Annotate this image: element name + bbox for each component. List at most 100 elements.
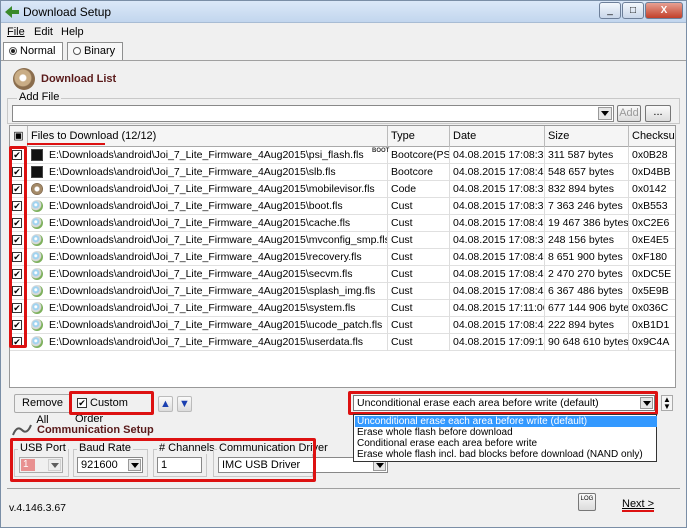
checkbox-column-highlight [9,146,27,348]
cust-file-icon [31,268,43,280]
files-table: ▣ Files to Download (12/12) Type Date Si… [9,125,676,388]
table-row[interactable]: ✔ E:\Downloads\android\Joi_7_Lite_Firmwar… [10,232,675,249]
cell-path: E:\Downloads\android\Joi_7_Lite_Firmware… [46,198,388,215]
cell-path: E:\Downloads\android\Joi_7_Lite_Firmware… [46,283,388,300]
cell-size: 832 894 bytes [545,181,629,198]
cell-checksum: 0xB1D1 [629,317,675,334]
cell-checksum: 0x5E9B [629,283,675,300]
next-button[interactable]: Next > [622,498,654,510]
cell-type: Bootcore(PSI) [388,147,450,164]
cell-type: Cust [388,317,450,334]
bootcore-file-icon [31,166,43,178]
cell-size: 222 894 bytes [545,317,629,334]
tab-normal[interactable]: Normal [3,42,63,60]
menu-bar: File Edit Help [1,24,686,41]
log-icon: LOG [580,496,594,502]
table-row[interactable]: ✔ E:\Downloads\android\Joi_7_Lite_Firmwar… [10,147,675,164]
cell-size: 8 651 900 bytes [545,249,629,266]
col-checksum[interactable]: Checksum [629,126,675,147]
add-file-label: Add File [17,91,62,103]
cell-path: E:\Downloads\android\Joi_7_Lite_Firmware… [46,181,388,198]
chevron-down-icon [375,463,384,468]
col-date[interactable]: Date [450,126,545,147]
title-bar: Download Setup _ □ X [1,1,686,23]
cell-size: 248 156 bytes [545,232,629,249]
erase-option[interactable]: Conditional erase each area before write [355,438,657,449]
tab-normal-label: Normal [20,45,56,57]
select-all-icon[interactable]: ▣ [10,126,28,147]
radio-on-icon [9,47,17,56]
cell-checksum: 0xF180 [629,249,675,266]
communication-setup-title: Communication Setup [37,424,154,436]
table-header: ▣ Files to Download (12/12) Type Date Si… [10,126,675,147]
erase-mode-highlight [348,391,658,415]
cell-type: Cust [388,334,450,351]
browse-button[interactable]: ... [645,105,671,122]
download-setup-window: Download Setup _ □ X File Edit Help Norm… [0,0,687,528]
table-row[interactable]: ✔ E:\Downloads\android\Joi_7_Lite_Firmwar… [10,283,675,300]
communication-icon [12,424,32,436]
custom-order-highlight [69,391,154,415]
remove-all-button[interactable]: Remove All [14,394,71,426]
download-list-title: Download List [41,73,117,85]
table-row[interactable]: ✔ E:\Downloads\android\Joi_7_Lite_Firmwar… [10,215,675,232]
add-file-input[interactable] [12,105,614,122]
move-down-button[interactable]: ▼ [177,396,192,412]
cell-type: Cust [388,198,450,215]
cell-date: 04.08.2015 17:08:38 [450,181,545,198]
erase-spin-button[interactable]: ▲ ▼ [661,395,673,411]
comm-setup-highlight [10,438,316,482]
cell-date: 04.08.2015 17:08:38 [450,232,545,249]
add-button[interactable]: Add [617,105,641,122]
table-row[interactable]: ✔ E:\Downloads\android\Joi_7_Lite_Firmwar… [10,334,675,351]
boot-badge: BOOT [372,148,390,154]
log-button[interactable]: LOG [578,493,596,511]
cell-path: E:\Downloads\android\Joi_7_Lite_Firmware… [46,266,388,283]
menu-file[interactable]: File [7,26,25,38]
cell-date: 04.08.2015 17:08:44 [450,317,545,334]
cell-path: E:\Downloads\android\Joi_7_Lite_Firmware… [46,300,388,317]
cell-size: 548 657 bytes [545,164,629,181]
erase-option[interactable]: Unconditional erase each area before wri… [355,416,657,427]
close-button[interactable]: X [645,2,683,19]
cell-size: 677 144 906 bytes [545,300,629,317]
col-type[interactable]: Type [388,126,450,147]
cell-checksum: 0x0B28 [629,147,675,164]
table-row[interactable]: ✔ E:\Downloads\android\Joi_7_Lite_Firmwar… [10,198,675,215]
table-row[interactable]: ✔ E:\Downloads\android\Joi_7_Lite_Firmwar… [10,266,675,283]
table-row[interactable]: ✔ E:\Downloads\android\Joi_7_Lite_Firmwar… [10,249,675,266]
maximize-button[interactable]: □ [622,2,644,19]
cell-type: Cust [388,232,450,249]
table-row[interactable]: ✔ E:\Downloads\android\Joi_7_Lite_Firmwar… [10,164,675,181]
erase-option[interactable]: Erase whole flash before download [355,427,657,438]
cust-file-icon [31,217,43,229]
cell-checksum: 0xE4E5 [629,232,675,249]
table-row[interactable]: ✔ E:\Downloads\android\Joi_7_Lite_Firmwar… [10,181,675,198]
cust-file-icon [31,234,43,246]
cell-path: E:\Downloads\android\Joi_7_Lite_Firmware… [46,334,388,351]
erase-option[interactable]: Erase whole flash incl. bad blocks befor… [355,449,657,460]
radio-off-icon [73,47,81,56]
minimize-button[interactable]: _ [599,2,621,19]
cell-date: 04.08.2015 17:08:40 [450,266,545,283]
table-row[interactable]: ✔ E:\Downloads\android\Joi_7_Lite_Firmwar… [10,317,675,334]
cell-type: Cust [388,283,450,300]
cell-size: 7 363 246 bytes [545,198,629,215]
tab-binary[interactable]: Binary [67,42,123,60]
cell-type: Cust [388,300,450,317]
disc-icon [13,68,35,90]
cell-path: E:\Downloads\android\Joi_7_Lite_Firmware… [46,317,388,334]
cell-size: 6 367 486 bytes [545,283,629,300]
table-row[interactable]: ✔ E:\Downloads\android\Joi_7_Lite_Firmwar… [10,300,675,317]
menu-help[interactable]: Help [61,26,84,38]
menu-edit[interactable]: Edit [34,26,53,38]
cell-checksum: 0xB553 [629,198,675,215]
cell-date: 04.08.2015 17:08:36 [450,198,545,215]
col-size[interactable]: Size [545,126,629,147]
cell-date: 04.08.2015 17:08:42 [450,283,545,300]
cust-file-icon [31,285,43,297]
cell-date: 04.08.2015 17:08:38 [450,147,545,164]
move-up-button[interactable]: ▲ [158,396,173,412]
version-label: v.4.146.3.67 [9,502,67,514]
add-file-dropdown-button[interactable] [598,107,612,120]
